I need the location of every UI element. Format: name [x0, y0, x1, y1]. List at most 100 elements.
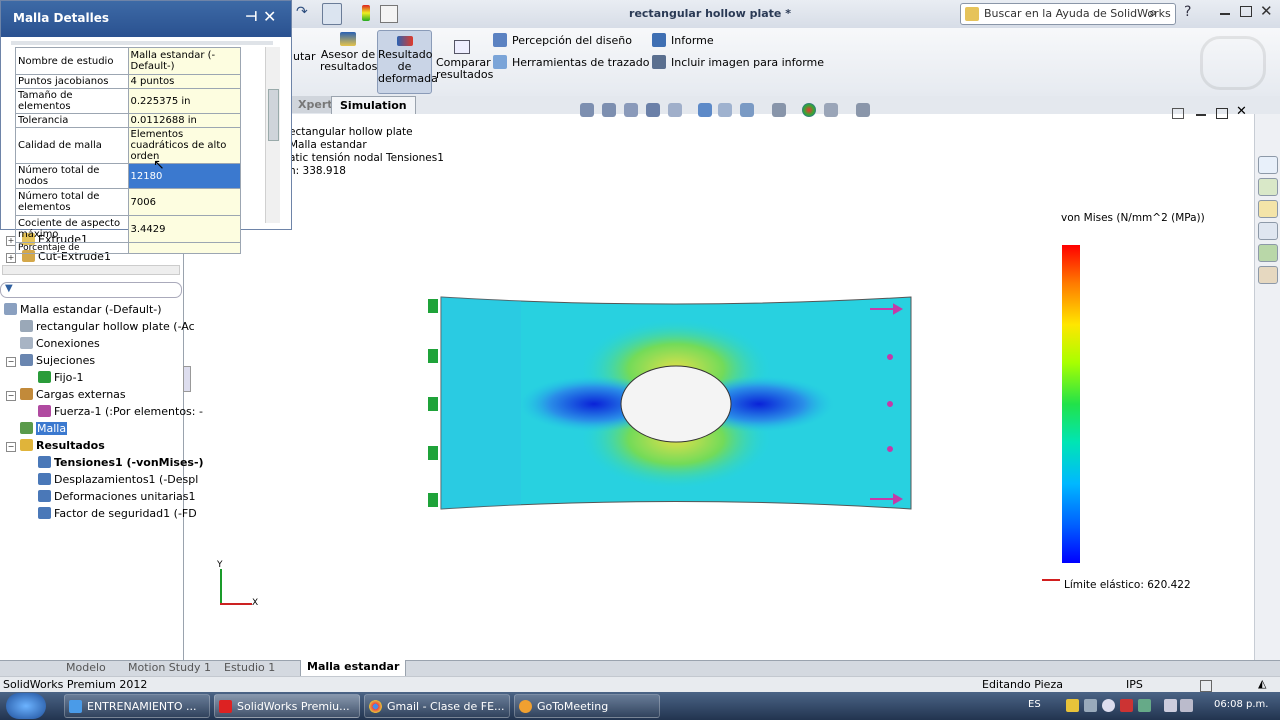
tree-stress1[interactable]: Tensiones1 (-vonMises-): [38, 455, 204, 471]
viewport-restore-icon[interactable]: [1216, 108, 1228, 119]
viewport-close-icon[interactable]: ✕: [1236, 104, 1247, 119]
minimize-icon[interactable]: [1220, 13, 1230, 15]
plot-info-block: ectangular hollow plate Malla estandar a…: [289, 126, 444, 178]
tree-force-1[interactable]: Fuerza-1 (:Por elementos: -: [38, 404, 203, 420]
options-icon[interactable]: [380, 5, 398, 23]
dialog-titlebar[interactable]: Malla Detalles ⊣ ✕: [1, 1, 291, 37]
file-explorer-icon[interactable]: [1258, 200, 1278, 218]
apply-scene-icon[interactable]: [772, 103, 786, 117]
rebuild-icon[interactable]: [362, 5, 370, 21]
design-insight-label: Percepción del diseño: [512, 34, 632, 47]
dialog-scrollbar[interactable]: [265, 47, 280, 223]
tree-strain1[interactable]: Deformaciones unitarias1: [38, 489, 196, 505]
close-icon[interactable]: ✕: [1260, 2, 1273, 20]
row-value-selected[interactable]: 12180: [127, 163, 241, 189]
restore-icon[interactable]: [1240, 6, 1252, 17]
tree-fixed-1[interactable]: Fijo-1: [38, 370, 84, 386]
tray-app-icon[interactable]: [1120, 699, 1133, 712]
tab-model[interactable]: Modelo: [66, 661, 106, 674]
zoom-fit-icon[interactable]: [580, 103, 594, 117]
select-pointer-icon[interactable]: [322, 3, 342, 25]
tree-horizontal-scrollbar[interactable]: [2, 265, 180, 275]
previous-view-icon[interactable]: [624, 103, 638, 117]
tree-results[interactable]: Resultados: [20, 438, 105, 454]
taskbar-clock[interactable]: 06:08 p.m.: [1214, 699, 1268, 710]
include-image-button[interactable]: Incluir imagen para informe: [652, 55, 824, 69]
tree-external-loads[interactable]: Cargas externas: [20, 387, 126, 403]
view-orientation-icon[interactable]: [668, 103, 682, 117]
view-palette-icon[interactable]: [1258, 222, 1278, 240]
deformed-result-button[interactable]: Resultado de deformada: [377, 30, 438, 94]
redo-icon[interactable]: ↷: [296, 4, 314, 22]
pin-icon[interactable]: ⊣: [245, 9, 258, 25]
taskbar-chrome[interactable]: Gmail - Clase de FE...: [364, 694, 510, 718]
tree-mesh[interactable]: Malla: [20, 421, 68, 437]
appearances-icon[interactable]: [1258, 244, 1278, 262]
task-pane-tabs: [1254, 114, 1280, 660]
taskbar-ie[interactable]: ENTRENAMIENTO ...: [64, 694, 210, 718]
view-settings-icon[interactable]: [824, 103, 838, 117]
tree-fos1[interactable]: Factor de seguridad1 (-FD: [38, 506, 197, 522]
start-button[interactable]: [6, 693, 46, 719]
filter-box[interactable]: ▼: [0, 282, 182, 298]
design-library-icon[interactable]: [1258, 178, 1278, 196]
zoom-area-icon[interactable]: [602, 103, 616, 117]
tab-motion-study[interactable]: Motion Study 1: [128, 661, 211, 674]
tree-study[interactable]: Malla estandar (-Default-): [4, 302, 162, 318]
results-advisor-button[interactable]: Asesor de resultados: [320, 32, 377, 92]
row-label: Puntos jacobianos: [15, 74, 129, 89]
status-options-icon[interactable]: [1200, 680, 1212, 692]
display-style-icon[interactable]: [698, 103, 712, 117]
scroll-thumb[interactable]: [268, 89, 279, 141]
render-icon[interactable]: [802, 103, 816, 117]
status-units[interactable]: IPS: [1126, 678, 1143, 691]
help-status-icon[interactable]: ◭: [1258, 677, 1266, 690]
tray-app-icon[interactable]: [1084, 699, 1097, 712]
collapse-icon[interactable]: −: [6, 391, 16, 401]
tree-displacement1[interactable]: Desplazamientos1 (-Despl: [38, 472, 198, 488]
viewport-tile-icon[interactable]: [1172, 108, 1184, 119]
table-row: Porcentaje de: [15, 242, 241, 254]
plot-tools-button[interactable]: Herramientas de trazado▼: [493, 55, 662, 69]
taskbar-solidworks[interactable]: SolidWorks Premiu...: [214, 694, 360, 718]
help-search-box[interactable]: Buscar en la Ayuda de SolidWorks ⌕: [960, 3, 1176, 25]
design-insight-button[interactable]: Percepción del diseño: [493, 33, 632, 47]
tree-fixtures[interactable]: Sujeciones: [20, 353, 95, 369]
search-icon[interactable]: ⌕: [1149, 5, 1157, 21]
language-indicator[interactable]: ES: [1028, 699, 1041, 710]
collapse-icon[interactable]: −: [6, 357, 16, 367]
hide-show-icon[interactable]: [718, 103, 732, 117]
compare-results-button[interactable]: Comparar resultados: [436, 40, 493, 90]
ribbon-partial-label[interactable]: utar: [293, 50, 316, 63]
tab-simulation[interactable]: Simulation: [331, 96, 416, 114]
taskbar-gotomeeting[interactable]: GoToMeeting: [514, 694, 660, 718]
edit-appearance-icon[interactable]: [740, 103, 754, 117]
graphics-viewport[interactable]: ectangular hollow plate Malla estandar a…: [184, 104, 1280, 660]
table-row: Cociente de aspecto máximo 3.4429: [15, 215, 241, 243]
viewport-minimize-icon[interactable]: [1196, 114, 1206, 116]
custom-properties-icon[interactable]: [1258, 266, 1278, 284]
tree-part-label: rectangular hollow plate (-Ac: [36, 320, 195, 333]
network-icon[interactable]: [1164, 699, 1177, 712]
fixed-geometry-icon: [38, 371, 51, 383]
deformed-result-icon: [396, 36, 413, 46]
tree-connections[interactable]: Conexiones: [20, 336, 100, 352]
row-label: Nombre de estudio: [15, 47, 129, 75]
tab-study-1[interactable]: Estudio 1: [224, 661, 275, 674]
tree-part[interactable]: rectangular hollow plate (-Ac: [20, 319, 195, 335]
tray-app-icon[interactable]: [1102, 699, 1115, 712]
report-button[interactable]: Informe: [652, 33, 714, 47]
screen-capture-icon[interactable]: [856, 103, 870, 117]
section-view-icon[interactable]: [646, 103, 660, 117]
expand-icon[interactable]: +: [6, 253, 16, 263]
tab-malla-estandar[interactable]: Malla estandar: [300, 660, 407, 677]
pane-splitter-handle[interactable]: [183, 366, 191, 392]
dialog-close-icon[interactable]: ✕: [263, 7, 276, 26]
tray-app-icon[interactable]: [1066, 699, 1079, 712]
tray-app-icon[interactable]: [1138, 699, 1151, 712]
volume-icon[interactable]: [1180, 699, 1193, 712]
help-search-input[interactable]: Buscar en la Ayuda de SolidWorks: [984, 7, 1171, 20]
collapse-icon[interactable]: −: [6, 442, 16, 452]
resources-icon[interactable]: [1258, 156, 1278, 174]
help-icon[interactable]: ?: [1184, 4, 1191, 20]
